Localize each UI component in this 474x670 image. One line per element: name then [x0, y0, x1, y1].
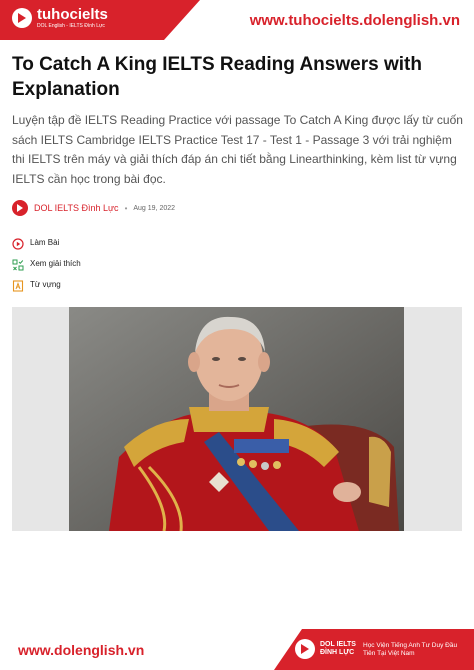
- toc-item-tu-vung[interactable]: Từ vựng: [12, 274, 81, 295]
- toc-label: Làm Bài: [30, 238, 60, 247]
- header-url-link[interactable]: www.tuhocielts.dolenglish.vn: [250, 12, 460, 29]
- table-of-contents: Làm Bài Xem giải thích Từ vựng: [12, 232, 81, 295]
- footer-logo[interactable]: DOL IELTS ĐÌNH LỰC: [295, 639, 360, 659]
- page-header: tuhocielts DOL English - IELTS Đình Lực …: [0, 0, 474, 40]
- footer-tagline: Học Viện Tiếng Anh Tư Duy Đầu Tiên Tại V…: [363, 642, 458, 657]
- footer-logo-mark-icon: [295, 639, 315, 659]
- publish-date: Aug 19, 2022: [133, 204, 176, 212]
- grid-check-icon: [12, 258, 24, 270]
- document-a-icon: [12, 279, 24, 292]
- author-line: DOL IELTS Đình Lực • Aug 19, 2022: [12, 200, 175, 216]
- footer-url-link[interactable]: www.dolenglish.vn: [18, 642, 144, 658]
- meta-separator: •: [124, 203, 128, 213]
- toc-label: Xem giải thích: [30, 259, 81, 268]
- logo-mark-icon: [12, 8, 32, 28]
- toc-label: Từ vựng: [30, 280, 61, 289]
- logo-name: tuhocielts: [37, 6, 108, 23]
- play-circle-icon: [12, 237, 24, 250]
- article-description: Luyện tập đề IELTS Reading Practice với …: [12, 113, 463, 186]
- featured-image: [69, 307, 404, 531]
- site-logo[interactable]: tuhocielts DOL English - IELTS Đình Lực: [12, 7, 108, 29]
- footer-brand-name: DOL IELTS ĐÌNH LỰC: [320, 641, 356, 656]
- author-avatar: [12, 200, 28, 216]
- article-title: To Catch A King IELTS Reading Answers wi…: [12, 54, 422, 100]
- author-name-link[interactable]: DOL IELTS Đình Lực: [34, 203, 119, 213]
- toc-item-xem-giai-thich[interactable]: Xem giải thích: [12, 253, 81, 274]
- page-footer: www.dolenglish.vn DOL IELTS ĐÌNH LỰC Học…: [0, 629, 474, 670]
- logo-subtitle: DOL English - IELTS Đình Lực: [37, 23, 105, 29]
- toc-item-lam-bai[interactable]: Làm Bài: [12, 232, 81, 253]
